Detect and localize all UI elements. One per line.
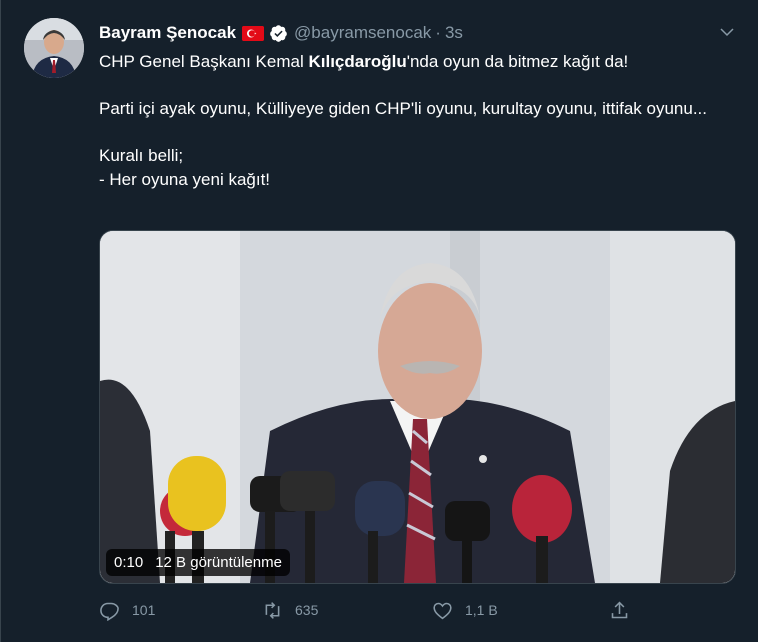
reply-icon — [100, 602, 119, 621]
tweet-line-1: CHP Genel Başkanı Kemal Kılıçdaroğlu'nda… — [99, 50, 719, 74]
video-player[interactable] — [99, 230, 736, 584]
author-name[interactable]: Bayram Şenocak — [99, 23, 236, 43]
tweet-timestamp[interactable]: 3s — [445, 23, 463, 43]
tweet-paragraph-2: Parti içi ayak oyunu, Külliyeye giden CH… — [99, 99, 708, 118]
tweet-card: Bayram Şenocak @bayramsenocak · 3s CHP G… — [0, 0, 758, 642]
share-icon — [611, 601, 628, 618]
reply-count: 101 — [132, 602, 156, 618]
separator-dot: · — [435, 23, 441, 42]
tweet-text: CHP Genel Başkanı Kemal Kılıçdaroğlu'nda… — [99, 50, 719, 191]
retweet-button[interactable]: 635 — [262, 597, 318, 623]
author-handle[interactable]: @bayramsenocak — [294, 23, 431, 43]
like-button[interactable]: 1,1 B — [432, 597, 498, 623]
reply-button[interactable]: 101 — [99, 597, 155, 623]
video-info-badge: 0:10 12 B görüntülenme — [106, 549, 290, 576]
avatar[interactable] — [24, 18, 84, 78]
tweet-paragraph-3-line-2: - Her oyuna yeni kağıt! — [99, 169, 271, 189]
turkey-flag-icon — [242, 25, 265, 41]
video-frame — [100, 231, 735, 583]
video-view-count: 12 B görüntülenme — [155, 554, 282, 571]
tweet-paragraph-3-line-1: Kuralı belli; — [99, 146, 184, 165]
avatar-photo — [24, 18, 84, 78]
tweet-header: Bayram Şenocak @bayramsenocak · 3s — [99, 22, 463, 44]
video-duration: 0:10 — [114, 554, 144, 571]
chevron-down-icon[interactable] — [718, 23, 736, 41]
retweet-count: 635 — [295, 602, 319, 618]
verified-badge-icon — [269, 24, 288, 43]
retweet-icon — [265, 601, 280, 619]
tweet-text-bold: Kılıçdaroğlu — [308, 52, 407, 71]
heart-icon — [433, 602, 452, 619]
like-count: 1,1 B — [465, 602, 498, 618]
tweet-text-segment: 'nda oyun da bitmez kağıt da! — [406, 52, 629, 71]
share-button[interactable] — [609, 597, 630, 623]
tweet-text-segment: CHP Genel Başkanı Kemal — [99, 52, 309, 71]
tweet-actions: 101 635 1,1 B — [99, 597, 639, 623]
